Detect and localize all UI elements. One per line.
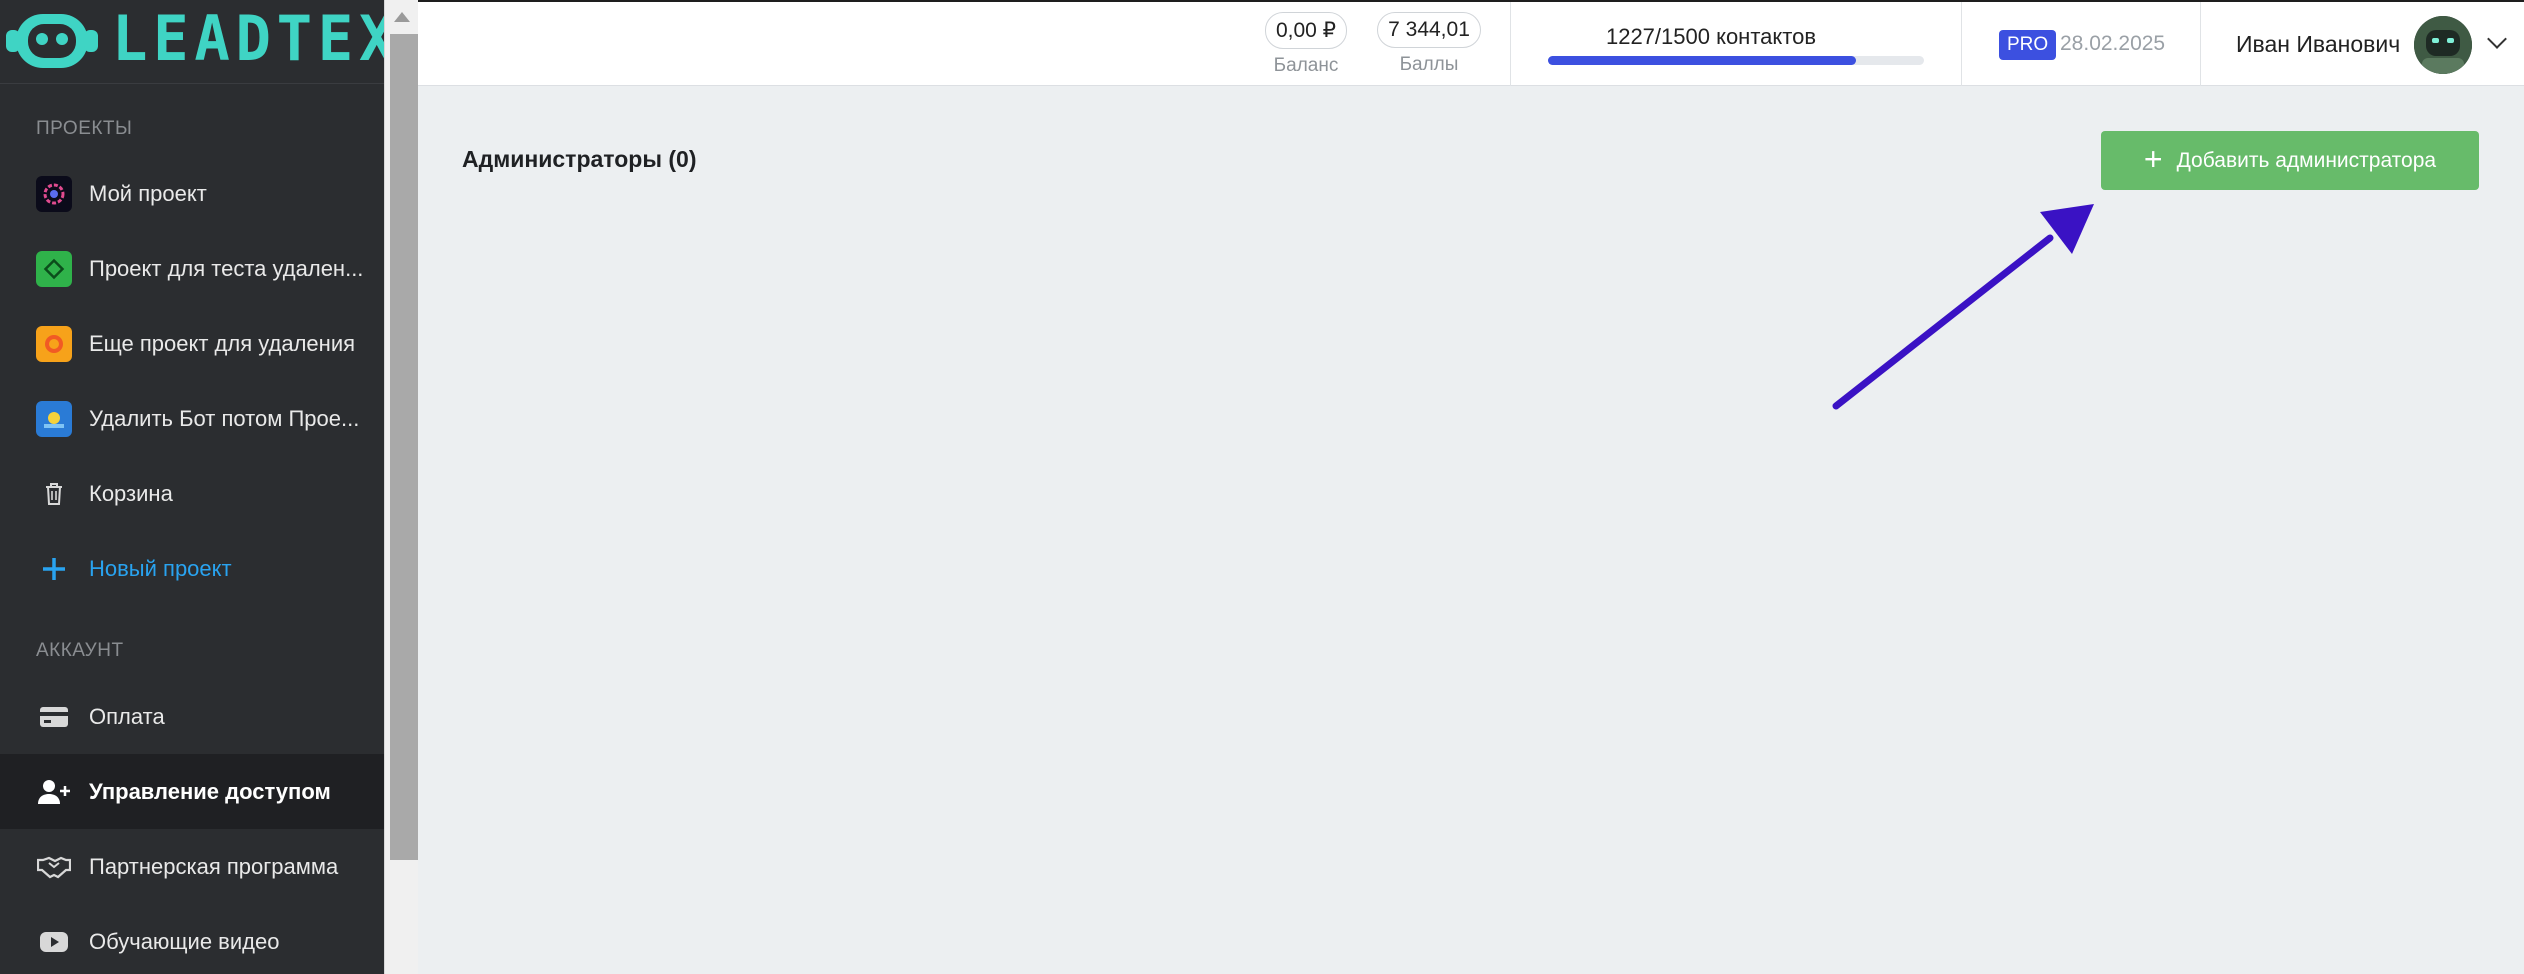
sidebar: LEADTEX ПРОЕКТЫ Мой проект Проект для те… — [0, 0, 394, 974]
add-administrator-label: Добавить администратора — [2176, 148, 2437, 172]
logo-text: LEADTEX — [112, 2, 401, 75]
sidebar-item-label: Еще проект для удаления — [89, 330, 356, 356]
plan-expiry-date: 28.02.2025 — [2060, 32, 2166, 55]
credit-card-icon — [36, 699, 72, 735]
sidebar-item-partner-program[interactable]: Партнерская программа — [0, 829, 384, 904]
sidebar-item-label: Управление доступом — [89, 778, 331, 804]
sidebar-item-label: Проект для теста удален... — [89, 255, 364, 281]
user-plus-icon — [36, 774, 72, 810]
sidebar-item-test-project[interactable]: Проект для теста удален... — [0, 231, 384, 306]
sidebar-item-another-project[interactable]: Еще проект для удаления — [0, 306, 384, 381]
divider — [1961, 2, 1962, 86]
sidebar-item-label: Обучающие видео — [89, 928, 280, 954]
sidebar-scrollbar[interactable] — [384, 0, 418, 974]
sidebar-item-new-project[interactable]: Новый проект — [0, 531, 384, 606]
logo[interactable]: LEADTEX — [0, 0, 394, 84]
sidebar-item-trash[interactable]: Корзина — [0, 456, 384, 531]
project-icon-1 — [36, 175, 72, 212]
sidebar-item-delete-bot-project[interactable]: Удалить Бот потом Прое... — [0, 381, 384, 456]
pro-plan-badge: PRO — [1999, 30, 2057, 60]
project-icon-3 — [36, 325, 72, 362]
balance-label: Баланс — [1273, 55, 1339, 76]
sidebar-item-label: Оплата — [89, 703, 165, 729]
sidebar-item-payment[interactable]: Оплата — [0, 679, 384, 754]
youtube-icon — [36, 924, 72, 960]
add-administrator-button[interactable]: + Добавить администратора — [2101, 131, 2479, 190]
points-label: Баллы — [1399, 54, 1459, 75]
project-icon-4 — [36, 400, 72, 437]
sidebar-item-my-project[interactable]: Мой проект — [0, 156, 384, 231]
account-section-title: АККАУНТ — [36, 640, 124, 661]
page-title: Администраторы (0) — [462, 146, 697, 172]
sidebar-item-label: Новый проект — [89, 555, 232, 581]
points-widget[interactable]: 7 344,01 Баллы — [1374, 12, 1484, 76]
top-bar: 0,00 ₽ Баланс 7 344,01 Баллы 1227/1500 к… — [418, 0, 2524, 86]
sidebar-item-access-management[interactable]: Управление доступом — [0, 754, 384, 829]
contacts-counter: 1227/1500 контактов — [1605, 24, 1817, 49]
points-value: 7 344,01 — [1377, 12, 1481, 48]
project-icon-2 — [36, 250, 72, 287]
projects-section-title: ПРОЕКТЫ — [36, 118, 133, 139]
sidebar-item-label: Партнерская программа — [89, 853, 339, 879]
robot-logo-icon — [6, 14, 98, 68]
scrollbar-thumb[interactable] — [390, 34, 418, 860]
chevron-down-icon[interactable] — [2487, 29, 2507, 49]
sidebar-item-label: Мой проект — [89, 180, 207, 206]
balance-widget[interactable]: 0,00 ₽ Баланс — [1258, 12, 1354, 77]
scroll-up-arrow-icon[interactable] — [394, 12, 410, 22]
plus-icon: + — [2143, 140, 2163, 177]
contacts-progress-bar — [1548, 56, 1924, 65]
balance-value: 0,00 ₽ — [1264, 12, 1348, 49]
avatar[interactable] — [2414, 16, 2472, 74]
sidebar-item-tutorial-videos[interactable]: Обучающие видео — [0, 904, 384, 974]
plus-icon — [36, 551, 72, 587]
trash-icon — [36, 476, 72, 512]
sidebar-item-label: Корзина — [89, 480, 173, 506]
user-name[interactable]: Иван Иванович — [2236, 31, 2400, 58]
sidebar-item-label: Удалить Бот потом Прое... — [89, 405, 360, 431]
annotation-arrow — [1832, 204, 2094, 410]
divider — [2200, 2, 2201, 86]
handshake-icon — [36, 849, 72, 885]
contacts-progress-fill — [1548, 56, 1856, 65]
